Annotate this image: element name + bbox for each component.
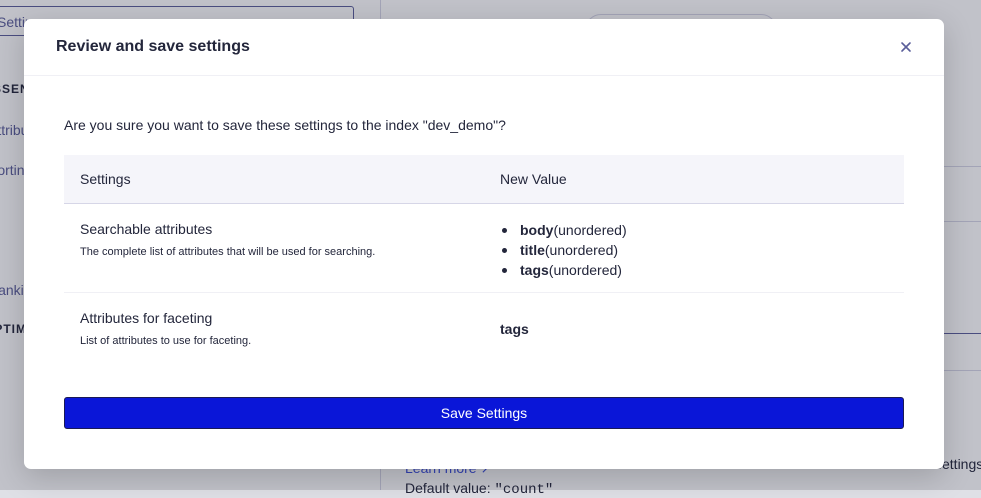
table-row: Attributes for faceting List of attribut… xyxy=(64,293,904,361)
list-item: title(unordered) xyxy=(500,240,627,260)
searchable-attributes-list: body(unordered) title(unordered) tags(un… xyxy=(500,220,627,280)
setting-description: List of attributes to use for faceting. xyxy=(80,335,252,347)
setting-name: Searchable attributes xyxy=(80,221,213,237)
confirmation-question: Are you sure you want to save these sett… xyxy=(64,117,506,133)
header-new-value: New Value xyxy=(500,171,567,187)
close-button[interactable] xyxy=(896,37,916,57)
table-header: Settings New Value xyxy=(64,155,904,204)
list-item: tags(unordered) xyxy=(500,260,627,280)
table-row: Searchable attributes The complete list … xyxy=(64,204,904,293)
close-icon xyxy=(896,37,916,57)
setting-description: The complete list of attributes that wil… xyxy=(80,246,376,258)
review-settings-modal: Review and save settings Are you sure yo… xyxy=(24,19,944,469)
list-item: body(unordered) xyxy=(500,220,627,240)
save-settings-button[interactable]: Save Settings xyxy=(64,397,904,429)
faceting-value: tags xyxy=(500,321,529,337)
setting-name: Attributes for faceting xyxy=(80,310,213,326)
modal-title: Review and save settings xyxy=(56,38,250,55)
settings-table: Settings New Value Searchable attributes… xyxy=(64,155,904,361)
header-settings: Settings xyxy=(80,171,131,187)
modal-header: Review and save settings xyxy=(24,19,944,76)
